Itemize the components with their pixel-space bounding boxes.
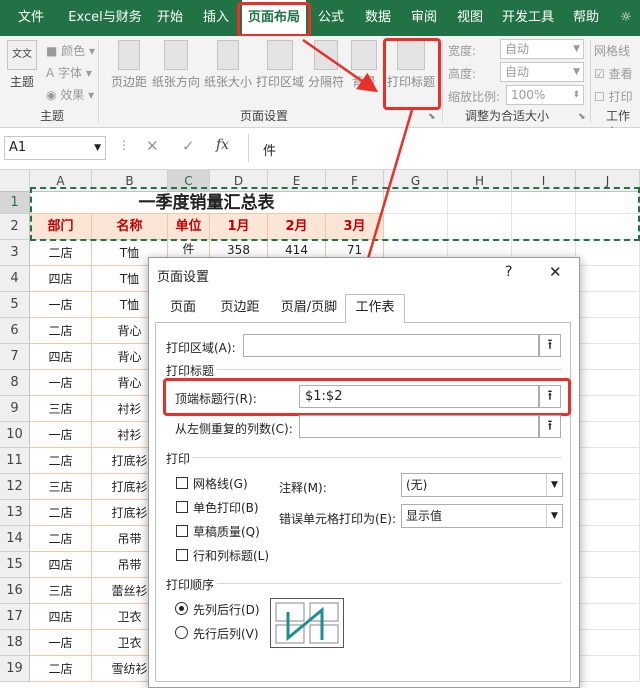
comments-label: 注释(M): <box>279 481 327 495</box>
over-then-down-label: 先行后列(V) <box>193 627 259 641</box>
row-col-headings-checkbox[interactable] <box>176 549 188 561</box>
gridlines-label: 网格线(G) <box>193 477 248 491</box>
gridlines-checkbox[interactable] <box>176 477 188 489</box>
print-area-input[interactable] <box>243 334 539 357</box>
print-area-label: 打印区域(A): <box>166 341 236 355</box>
black-white-checkbox[interactable] <box>176 501 188 513</box>
close-button[interactable]: ✕ <box>549 263 562 281</box>
page-order-preview-icon <box>270 598 344 648</box>
chevron-down-icon: ▼ <box>546 505 562 527</box>
tab-page[interactable]: 页面 <box>159 295 207 321</box>
down-then-over-radio[interactable] <box>175 602 188 615</box>
radio-dot <box>179 606 184 611</box>
draft-checkbox[interactable] <box>176 525 188 537</box>
print-section: 打印 <box>166 452 191 466</box>
errors-label: 错误单元格打印为(E): <box>279 512 396 526</box>
collapse-dialog-icon[interactable]: ⭱ <box>539 334 561 357</box>
tab-sheet[interactable]: 工作表 <box>345 294 405 323</box>
arrow-to-print-titles <box>302 38 379 93</box>
down-then-over-label: 先列后行(D) <box>193 603 260 617</box>
over-then-down-radio[interactable] <box>175 626 188 639</box>
print-titles-section: 打印标题 <box>166 364 215 378</box>
rows-to-repeat-highlight <box>163 378 571 416</box>
section-divider <box>193 457 561 458</box>
dialog-title: 页面设置 <box>157 270 210 285</box>
help-button[interactable]: ? <box>505 264 512 280</box>
comments-select[interactable]: (无) ▼ <box>401 473 563 497</box>
section-divider <box>217 583 561 584</box>
order-section: 打印顺序 <box>166 578 215 592</box>
errors-select[interactable]: 显示值 ▼ <box>401 504 563 528</box>
tab-margins[interactable]: 页边距 <box>211 295 269 321</box>
collapse-dialog-icon[interactable]: ⭱ <box>539 415 561 438</box>
draft-label: 草稿质量(Q) <box>193 525 260 539</box>
cols-to-repeat-label: 从左侧重复的列数(C): <box>175 422 293 436</box>
row-col-headings-label: 行和列标题(L) <box>193 549 270 563</box>
section-divider <box>217 369 561 370</box>
page-setup-dialog: 页面设置 ? ✕ 页面 页边距 页眉/页脚 工作表 打印区域(A): ⭱ 打印标… <box>148 257 580 688</box>
cols-to-repeat-input[interactable] <box>299 415 539 438</box>
black-white-label: 单色打印(B) <box>193 501 259 515</box>
tab-header-footer[interactable]: 页眉/页脚 <box>273 295 345 321</box>
chevron-down-icon: ▼ <box>546 474 562 496</box>
